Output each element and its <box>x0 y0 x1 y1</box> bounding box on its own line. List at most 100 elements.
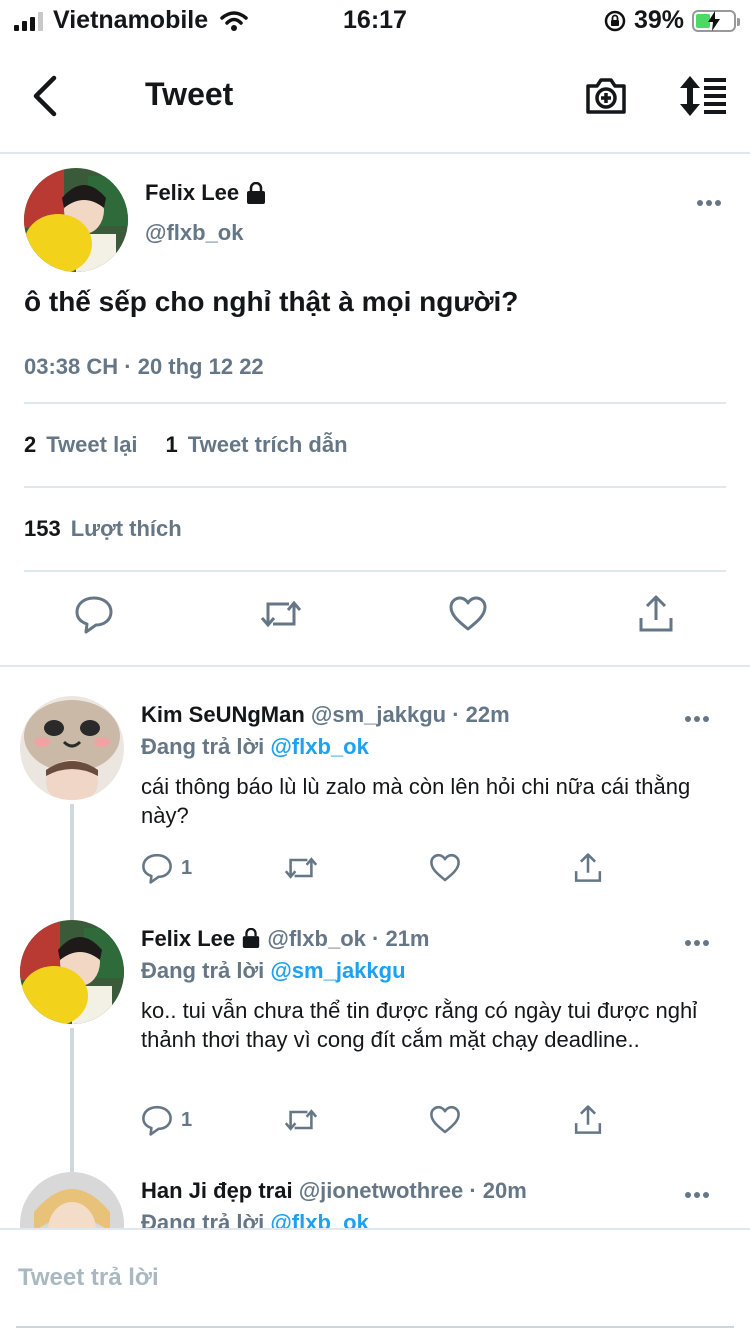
section-divider <box>0 665 750 667</box>
reply-item[interactable]: Han Ji đẹp trai @jionetwothree · 20m Đan… <box>0 1172 750 1228</box>
compose-bar: Tweet trả lời <box>0 1228 750 1334</box>
retweet-stats: 2 Tweet lại 1 Tweet trích dẫn <box>24 432 348 458</box>
more-icon <box>697 200 721 206</box>
input-underline <box>16 1326 734 1328</box>
rotation-lock-icon <box>604 10 626 31</box>
like-label[interactable]: Lượt thích <box>71 516 182 542</box>
thread-line <box>70 1028 74 1172</box>
share-button[interactable] <box>637 594 675 639</box>
quote-label[interactable]: Tweet trích dẫn <box>188 432 348 458</box>
replying-mention[interactable]: @flxb_ok <box>270 734 368 759</box>
reply-author-handle[interactable]: @sm_jakkgu <box>311 702 446 727</box>
retweet-icon <box>260 600 302 628</box>
reply-button[interactable]: 1 <box>141 852 192 884</box>
author-name-label: Felix Lee <box>145 180 240 205</box>
reply-actions: 1 <box>141 1104 611 1138</box>
quote-count: 1 <box>165 432 178 457</box>
replying-label: Đang trả lời <box>141 734 265 759</box>
replying-to: Đang trả lời @sm_jakkgu <box>141 958 406 984</box>
sort-button[interactable] <box>676 74 728 123</box>
divider <box>24 402 726 404</box>
like-button[interactable] <box>448 594 488 639</box>
avatar-image <box>20 920 124 1024</box>
reply-text: cái thông báo lù lù zalo mà còn lên hỏi … <box>141 774 691 828</box>
reply-time: · 20m <box>469 1178 527 1203</box>
retweet-button[interactable] <box>283 1104 319 1136</box>
retweet-count: 2 <box>24 432 37 457</box>
more-icon <box>685 1192 709 1198</box>
avatar-image <box>24 168 128 272</box>
avatar[interactable] <box>20 920 124 1024</box>
lock-icon <box>243 927 260 948</box>
author-handle[interactable]: @flxb_ok <box>145 220 243 246</box>
reply-header: Han Ji đẹp trai @jionetwothree · 20m <box>141 1178 527 1204</box>
replying-mention[interactable]: @sm_jakkgu <box>270 958 405 983</box>
status-bar: Vietnamobile 16:17 39% <box>0 0 750 42</box>
share-button[interactable] <box>573 1104 603 1136</box>
retweet-label[interactable]: Tweet lại <box>46 432 137 458</box>
reply-time: · 21m <box>372 926 430 951</box>
reply-time: · 22m <box>452 702 510 727</box>
avatar-image <box>20 696 124 800</box>
more-button[interactable] <box>684 1186 710 1204</box>
reply-author-name[interactable]: Han Ji đẹp trai <box>141 1178 293 1203</box>
lock-icon <box>247 182 266 204</box>
author-name[interactable]: Felix Lee <box>145 180 267 206</box>
reply-author-name[interactable]: Felix Lee <box>141 926 235 951</box>
reply-button[interactable] <box>74 594 114 639</box>
chevron-left-icon <box>33 75 57 117</box>
retweet-button[interactable] <box>259 594 303 639</box>
retweet-icon <box>284 857 318 879</box>
battery-icon <box>692 9 740 32</box>
share-button[interactable] <box>573 852 603 884</box>
back-button[interactable] <box>28 74 64 118</box>
thread-line <box>70 804 74 922</box>
reply-icon <box>75 596 113 634</box>
avatar-image <box>20 1172 124 1228</box>
reply-icon <box>142 1105 172 1136</box>
camera-button[interactable] <box>584 74 628 123</box>
reply-author-handle[interactable]: @flxb_ok <box>267 926 365 951</box>
avatar[interactable] <box>20 696 124 800</box>
reply-actions: 1 <box>141 852 611 886</box>
heart-icon <box>449 596 487 631</box>
reply-button[interactable]: 1 <box>141 1104 192 1136</box>
more-button[interactable] <box>696 194 722 212</box>
reply-icon <box>142 853 172 884</box>
reply-header: Kim SeUNgMan @sm_jakkgu · 22m <box>141 702 510 728</box>
reply-input[interactable]: Tweet trả lời <box>18 1264 159 1292</box>
like-button[interactable] <box>429 852 461 884</box>
heart-icon <box>430 853 460 882</box>
more-button[interactable] <box>684 934 710 952</box>
retweet-button[interactable] <box>283 852 319 884</box>
nav-bar: Tweet <box>0 42 750 154</box>
reply-count: 1 <box>181 1108 193 1131</box>
divider <box>24 570 726 572</box>
share-icon <box>574 1105 602 1134</box>
reply-author-handle[interactable]: @jionetwothree <box>299 1178 463 1203</box>
more-icon <box>685 716 709 722</box>
status-right: 39% <box>604 6 740 35</box>
like-button[interactable] <box>429 1104 461 1136</box>
share-icon <box>639 595 673 632</box>
retweet-icon <box>284 1109 318 1131</box>
replying-mention[interactable]: @flxb_ok <box>270 1210 368 1228</box>
replying-label: Đang trả lời <box>141 1210 265 1228</box>
reply-author-name[interactable]: Kim SeUNgMan <box>141 702 305 727</box>
share-icon <box>574 853 602 882</box>
replying-label: Đang trả lời <box>141 958 265 983</box>
replying-to: Đang trả lời @flxb_ok <box>141 1210 369 1228</box>
divider <box>24 486 726 488</box>
reply-text: ko.. tui vẫn chưa thể tin được rằng có n… <box>141 998 698 1052</box>
heart-icon <box>430 1105 460 1134</box>
avatar[interactable] <box>20 1172 124 1228</box>
tweet-timestamp: 03:38 CH · 20 thg 12 22 <box>24 354 264 379</box>
reply-count: 1 <box>181 856 193 879</box>
page-title: Tweet <box>145 76 234 112</box>
avatar[interactable] <box>24 168 128 272</box>
camera-plus-icon <box>586 78 626 114</box>
battery-percent: 39% <box>633 6 684 34</box>
more-icon <box>685 940 709 946</box>
tweet-text: ô thế sếp cho nghỉ thật à mọi người? <box>24 286 519 317</box>
more-button[interactable] <box>684 710 710 728</box>
